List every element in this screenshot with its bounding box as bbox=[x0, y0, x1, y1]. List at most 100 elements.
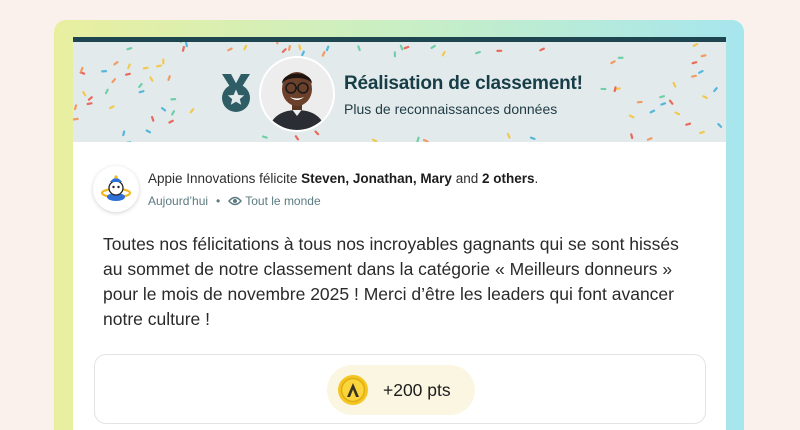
others-link[interactable]: 2 others bbox=[482, 171, 535, 186]
confetti-piece bbox=[441, 50, 446, 57]
confetti-piece bbox=[168, 119, 174, 124]
confetti-piece bbox=[660, 102, 667, 106]
confetti-piece bbox=[87, 96, 93, 101]
confetti-piece bbox=[600, 87, 607, 91]
confetti-piece bbox=[617, 56, 624, 59]
confetti-piece bbox=[649, 109, 656, 114]
confetti-piece bbox=[422, 138, 429, 142]
confetti-piece bbox=[717, 123, 723, 128]
conjunction: and bbox=[455, 171, 479, 186]
confetti-piece bbox=[628, 114, 635, 119]
confetti-piece bbox=[610, 60, 616, 65]
confetti-piece bbox=[79, 66, 84, 73]
post-headline: Appie Innovations félicite Steven, Jonat… bbox=[148, 171, 538, 186]
confetti-piece bbox=[288, 44, 291, 51]
confetti-piece bbox=[108, 105, 115, 110]
confetti-piece bbox=[124, 72, 131, 76]
confetti-piece bbox=[702, 95, 708, 100]
confetti-piece bbox=[506, 132, 511, 139]
confetti-piece bbox=[122, 130, 126, 137]
confetti-piece bbox=[150, 115, 155, 122]
points-badge: +200 pts bbox=[327, 365, 475, 415]
confetti-piece bbox=[184, 42, 188, 48]
confetti-piece bbox=[275, 42, 279, 45]
confetti-piece bbox=[227, 47, 233, 52]
company-name[interactable]: Appie Innovations bbox=[148, 171, 255, 186]
confetti-piece bbox=[659, 95, 666, 99]
confetti-piece bbox=[691, 61, 698, 65]
points-coin-icon bbox=[338, 375, 368, 405]
confetti-piece bbox=[430, 44, 436, 50]
confetti-piece bbox=[685, 122, 692, 126]
confetti-piece bbox=[646, 137, 653, 141]
meta-separator: • bbox=[216, 194, 221, 208]
confetti-piece bbox=[170, 98, 177, 101]
celebration-banner: Réalisation de classement! Plus de recon… bbox=[73, 42, 726, 142]
headline-period: . bbox=[534, 171, 539, 186]
banner-subtitle: Plus de reconnaissances données bbox=[344, 101, 558, 117]
confetti-piece bbox=[301, 50, 305, 57]
confetti-piece bbox=[73, 104, 78, 111]
confetti-piece bbox=[73, 117, 79, 121]
confetti-piece bbox=[189, 108, 195, 114]
action-verb: félicite bbox=[259, 171, 298, 186]
confetti-piece bbox=[630, 133, 634, 140]
confetti-piece bbox=[82, 90, 87, 97]
post-message: Toutes nos félicitations à tous nos incr… bbox=[103, 234, 679, 329]
banner-title: Réalisation de classement! bbox=[344, 73, 583, 94]
medal-icon bbox=[222, 74, 250, 112]
reward-box: +200 pts bbox=[94, 354, 706, 424]
confetti-piece bbox=[539, 47, 545, 52]
confetti-piece bbox=[636, 100, 643, 104]
confetti-piece bbox=[156, 64, 162, 68]
confetti-piece bbox=[700, 54, 707, 58]
confetti-piece bbox=[281, 48, 287, 53]
confetti-piece bbox=[672, 81, 677, 88]
confetti-piece bbox=[698, 69, 704, 74]
confetti-piece bbox=[713, 87, 718, 93]
company-logo[interactable] bbox=[93, 166, 139, 212]
confetti-piece bbox=[668, 99, 674, 105]
confetti-piece bbox=[104, 88, 109, 95]
confetti-piece bbox=[111, 78, 117, 84]
post-time: Aujourd’hui bbox=[148, 194, 209, 208]
confetti-piece bbox=[357, 45, 361, 52]
confetti-piece bbox=[698, 130, 705, 135]
confetti-piece bbox=[162, 58, 165, 65]
confetti-piece bbox=[674, 111, 681, 116]
confetti-piece bbox=[171, 110, 176, 116]
confetti-piece bbox=[177, 42, 182, 43]
confetti-piece bbox=[243, 44, 248, 51]
confetti-piece bbox=[294, 135, 300, 141]
confetti-piece bbox=[142, 66, 149, 70]
confetti-piece bbox=[101, 70, 108, 73]
post-audience[interactable]: Tout le monde bbox=[245, 194, 320, 208]
confetti-piece bbox=[325, 45, 330, 52]
confetti-piece bbox=[167, 75, 171, 81]
confetti-piece bbox=[496, 49, 503, 52]
confetti-piece bbox=[416, 136, 420, 142]
confetti-piece bbox=[160, 107, 167, 112]
confetti-piece bbox=[149, 76, 154, 82]
confetti-piece bbox=[138, 82, 143, 89]
confetti-piece bbox=[692, 43, 699, 47]
confetti-piece bbox=[321, 51, 326, 57]
confetti-piece bbox=[181, 45, 186, 52]
confetti-piece bbox=[403, 45, 410, 50]
confetti-piece bbox=[138, 90, 145, 94]
confetti-piece bbox=[371, 138, 378, 142]
confetti-piece bbox=[529, 136, 536, 140]
confetti-piece bbox=[314, 130, 320, 136]
confetti-piece bbox=[475, 50, 481, 55]
confetti-piece bbox=[691, 74, 697, 78]
leaderboard-post-card: Réalisation de classement! Plus de recon… bbox=[73, 37, 726, 430]
winner-avatar bbox=[261, 58, 333, 130]
confetti-piece bbox=[393, 51, 396, 58]
confetti-piece bbox=[298, 44, 302, 51]
confetti-piece bbox=[126, 47, 133, 51]
confetti-piece bbox=[145, 129, 152, 134]
confetti-piece bbox=[127, 63, 131, 70]
recipients[interactable]: Steven, Jonathan, Mary bbox=[301, 171, 452, 186]
points-value: +200 pts bbox=[383, 379, 451, 400]
confetti-piece bbox=[261, 135, 268, 139]
